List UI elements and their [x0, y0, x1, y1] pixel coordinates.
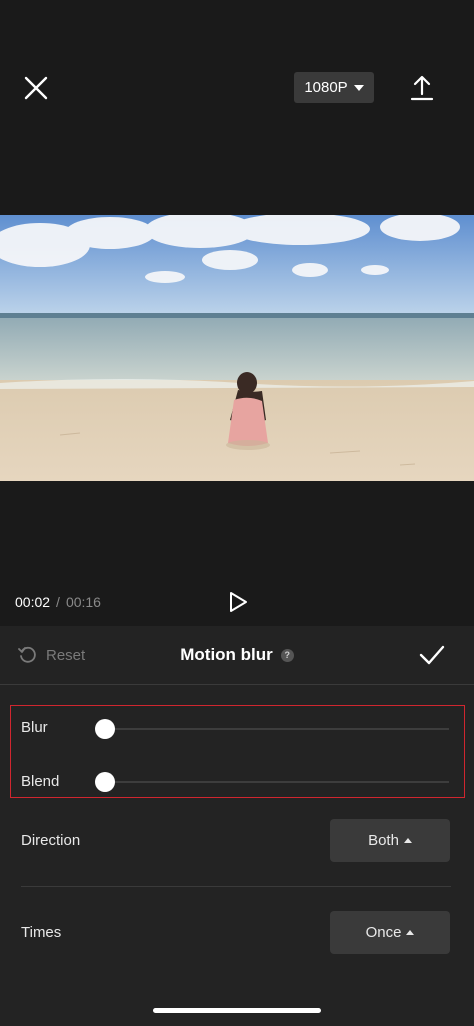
times-value: Once — [365, 924, 402, 941]
sliders-highlight-box — [10, 705, 465, 798]
play-icon[interactable] — [228, 591, 248, 613]
direction-label: Direction — [21, 832, 81, 849]
resolution-label: 1080P — [304, 79, 348, 96]
blend-slider-knob[interactable] — [95, 772, 115, 792]
resolution-button[interactable]: 1080P — [294, 72, 374, 103]
blur-label: Blur — [21, 719, 48, 736]
home-indicator — [153, 1008, 321, 1013]
times-dropdown[interactable]: Once — [330, 911, 450, 954]
current-time: 00:02 — [15, 594, 51, 610]
blend-label: Blend — [21, 773, 60, 790]
panel-title-row: Motion blur ? — [0, 645, 474, 665]
help-icon[interactable]: ? — [280, 648, 294, 662]
duration: 00:16 — [65, 594, 101, 610]
blend-slider-track[interactable] — [104, 781, 449, 783]
direction-value: Both — [368, 832, 399, 849]
blur-slider-track[interactable] — [104, 728, 449, 730]
export-icon[interactable] — [410, 74, 434, 102]
playback-time: 00:02 / 00:16 — [15, 594, 101, 610]
time-separator: / — [56, 594, 60, 610]
divider — [21, 886, 451, 887]
direction-dropdown[interactable]: Both — [330, 819, 450, 862]
chevron-down-icon — [353, 84, 364, 91]
check-icon[interactable] — [418, 643, 446, 667]
chevron-up-icon — [403, 838, 412, 843]
video-preview[interactable] — [0, 215, 474, 481]
times-label: Times — [21, 924, 62, 941]
divider — [0, 684, 474, 685]
panel-title: Motion blur — [180, 645, 273, 664]
chevron-up-icon — [406, 930, 415, 935]
blur-slider-knob[interactable] — [95, 719, 115, 739]
close-icon[interactable] — [22, 74, 50, 102]
